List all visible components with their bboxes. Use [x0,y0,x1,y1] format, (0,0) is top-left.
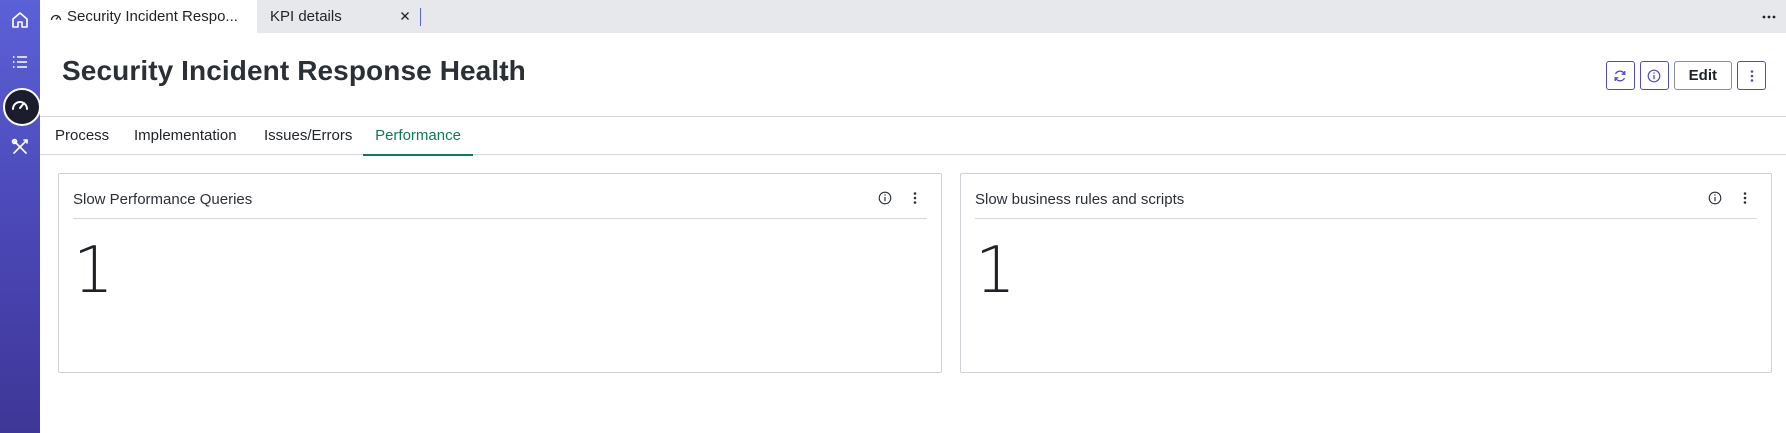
close-icon[interactable] [399,10,411,22]
tab-security-incident[interactable]: Security Incident Respo... [40,0,257,33]
dashboard-tabs: Process Implementation Issues/Errors Per… [40,117,1786,156]
more-horizontal-icon [1762,15,1776,19]
tab-implementation[interactable]: Implementation [134,117,237,155]
widget-slow-performance-queries: Slow Performance Queries 1 [58,173,942,373]
info-button[interactable] [1639,61,1669,90]
tab-overflow-button[interactable] [1760,8,1778,26]
page-title: Security Incident Response Health [62,55,526,86]
widget-actions [877,190,923,206]
tab-strip: Security Incident Respo... KPI details [40,0,1786,33]
widget-divider [975,218,1757,219]
more-vertical-icon [1750,69,1753,82]
more-vertical-icon[interactable] [1737,190,1753,206]
info-icon [1647,69,1661,82]
rail-list-button[interactable] [0,42,40,82]
dashboard-header: Security Incident Response Health Edit [40,33,1786,117]
widget-value: 1 [73,234,114,308]
widget-actions [1707,190,1753,206]
tools-icon [11,138,28,154]
tab-process[interactable]: Process [55,117,109,155]
refresh-button[interactable] [1605,61,1635,90]
edit-button[interactable]: Edit [1673,61,1732,90]
tab-performance[interactable]: Performance [363,117,473,156]
widget-title: Slow Performance Queries [73,191,253,208]
widget-value: 1 [975,234,1016,308]
refresh-icon [1614,70,1626,81]
chevron-down-icon[interactable] [498,70,510,88]
rail-home-button[interactable] [0,0,40,40]
more-actions-button[interactable] [1737,61,1766,90]
dashboard-gauge-icon [12,101,28,110]
tab-separator [420,8,421,26]
tab-label: KPI details [270,8,342,25]
app-root: Security Incident Respo... KPI details S… [0,0,1786,433]
rail-tools-button[interactable] [0,127,40,167]
widget-slow-business-rules: Slow business rules and scripts 1 [960,173,1772,373]
widget-title: Slow business rules and scripts [975,191,1185,208]
tab-label: Security Incident Respo... [67,8,238,25]
tab-issues-errors[interactable]: Issues/Errors [264,117,352,155]
info-icon[interactable] [1707,190,1723,206]
home-icon [12,12,28,28]
list-icon [13,56,27,68]
more-vertical-icon[interactable] [907,190,923,206]
info-icon[interactable] [877,190,893,206]
gauge-icon [50,12,62,22]
widget-divider [73,218,927,219]
left-rail [0,0,41,433]
tab-kpi-details[interactable]: KPI details [257,0,421,33]
header-actions: Edit [1605,61,1766,90]
rail-dashboard-button[interactable] [0,85,41,126]
